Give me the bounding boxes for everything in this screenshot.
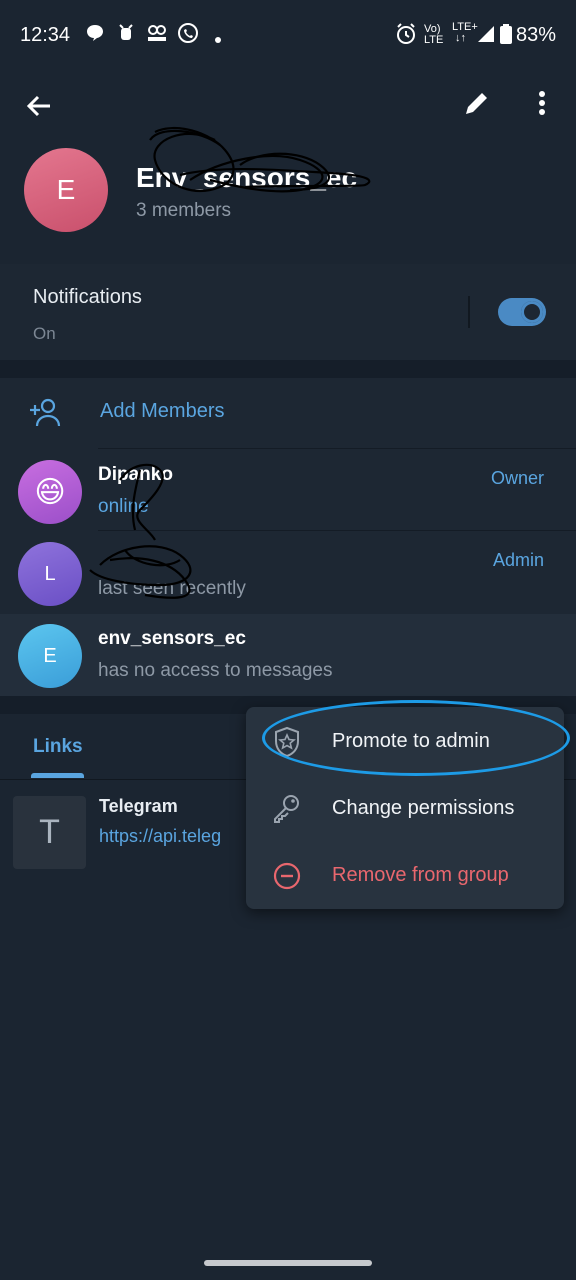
- member-row-selected[interactable]: E env_sensors_ec has no access to messag…: [0, 614, 576, 696]
- more-options-button[interactable]: [528, 86, 556, 120]
- arrow-left-icon: [26, 95, 50, 117]
- lte-plus-icon: LTE+ ↓↑: [452, 21, 478, 44]
- link-thumbnail: T: [13, 796, 86, 869]
- member-status: has no access to messages: [98, 660, 333, 681]
- signal-icon: [476, 22, 496, 49]
- avatar: 😄: [18, 460, 82, 524]
- notification-app-icon: [116, 22, 136, 49]
- notifications-state: On: [33, 324, 56, 343]
- highlight-annotation: [262, 700, 570, 776]
- battery-percent: 83%: [515, 24, 556, 46]
- add-member-icon[interactable]: [28, 396, 64, 430]
- remove-from-group-item[interactable]: Remove from group: [246, 843, 564, 907]
- member-role-badge: Admin: [492, 550, 544, 570]
- key-icon: [274, 795, 299, 823]
- back-button[interactable]: [20, 86, 60, 126]
- status-time: 12:34: [20, 24, 71, 46]
- member-status: online: [98, 496, 149, 517]
- change-permissions-item[interactable]: Change permissions: [246, 776, 564, 840]
- divider: [98, 530, 576, 531]
- member-count: 3 members: [136, 200, 232, 221]
- add-members-button[interactable]: Add Members: [100, 400, 225, 423]
- hood-app-icon: [146, 22, 168, 49]
- tab-links[interactable]: Links: [33, 736, 83, 758]
- whatsapp-icon: [176, 22, 200, 51]
- notifications-toggle[interactable]: [498, 298, 546, 326]
- battery-icon: [500, 24, 512, 49]
- link-title[interactable]: Telegram: [99, 796, 178, 817]
- member-status: last seen recently: [98, 578, 246, 599]
- avatar: E: [18, 624, 82, 688]
- edit-button[interactable]: [460, 86, 494, 120]
- member-name: Dipanko: [98, 464, 173, 485]
- volte-icon: Vo) LTE: [424, 23, 444, 46]
- notifications-title: Notifications: [33, 286, 142, 308]
- chat-bubble-icon: [84, 22, 106, 49]
- member-name: env_sensors_ec: [98, 628, 246, 649]
- toggle-knob: [521, 301, 543, 323]
- alarm-icon: [394, 22, 418, 51]
- member-row[interactable]: 😄 Dipanko online Owner: [0, 450, 576, 532]
- more-vert-icon: [539, 91, 545, 115]
- pencil-icon: [466, 93, 487, 114]
- dot-indicator: [214, 28, 222, 49]
- divider: [98, 448, 576, 449]
- menu-label: Change permissions: [332, 797, 515, 819]
- member-role-badge: Owner: [490, 468, 544, 488]
- minus-circle-icon: [273, 862, 301, 890]
- menu-label: Remove from group: [332, 864, 509, 886]
- avatar: L: [18, 542, 82, 606]
- gesture-nav-handle[interactable]: [204, 1260, 372, 1266]
- group-name: Env_sensors_ec: [136, 162, 358, 193]
- tab-active-indicator: [31, 773, 84, 778]
- group-avatar[interactable]: E: [24, 148, 108, 232]
- link-url[interactable]: https://api.teleg: [99, 826, 249, 847]
- divider: [468, 296, 470, 328]
- notifications-row[interactable]: [0, 264, 576, 360]
- member-row[interactable]: L last seen recently Admin: [0, 532, 576, 614]
- section-gap: [0, 360, 576, 378]
